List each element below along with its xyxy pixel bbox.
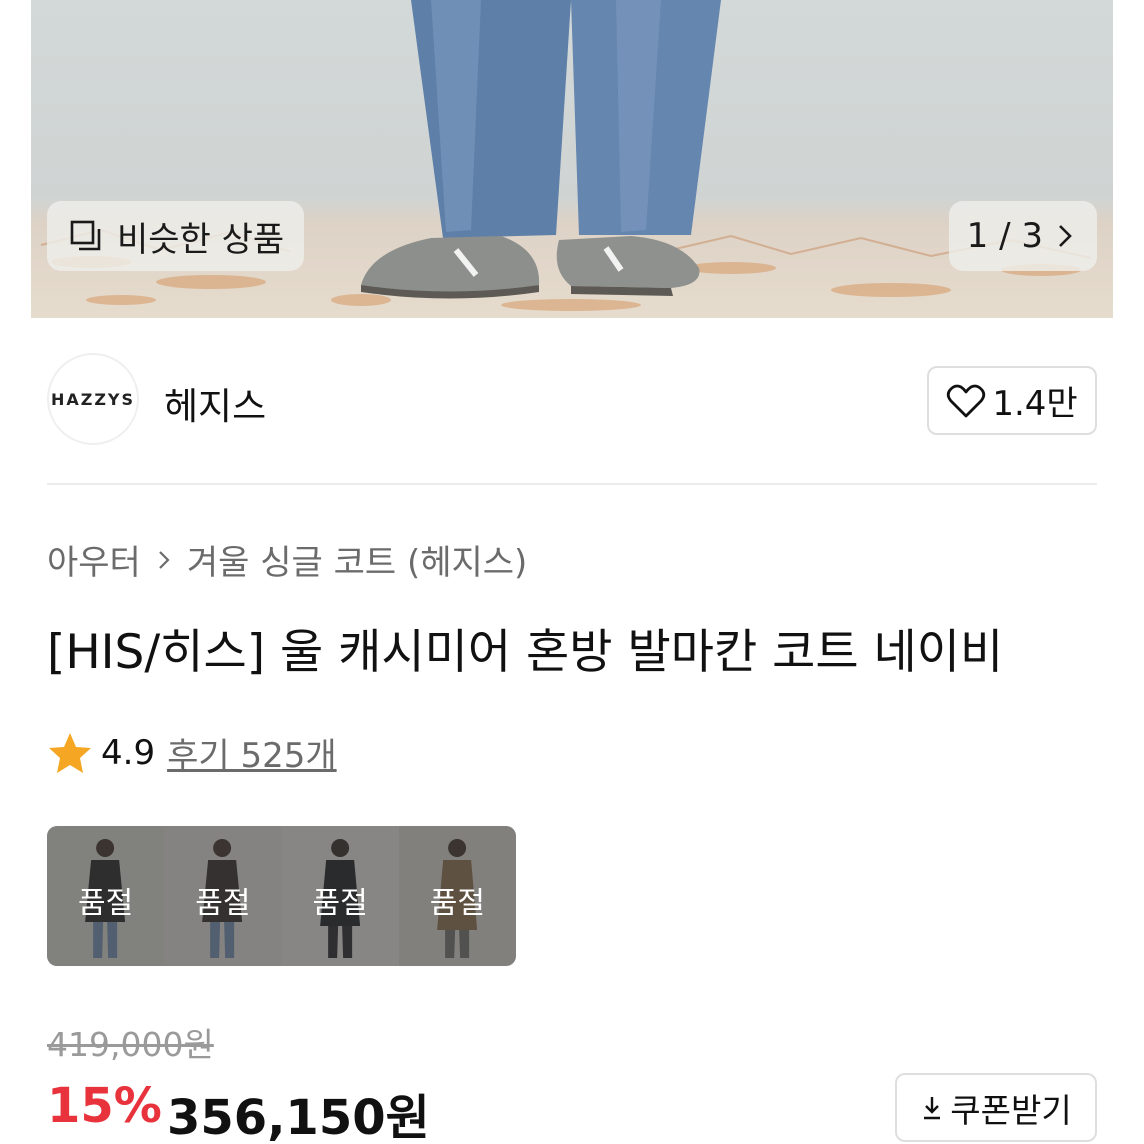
sold-out-label: 품절 xyxy=(312,886,368,921)
sold-out-label: 품절 xyxy=(429,886,485,921)
breadcrumb: 아우터 겨울 싱글 코트 (헤지스) xyxy=(47,535,527,584)
coupon-button-label: 쿠폰받기 xyxy=(950,1090,1072,1130)
brand-name[interactable]: 헤지스 xyxy=(164,376,266,430)
color-option[interactable]: 품절 xyxy=(281,826,399,966)
color-option[interactable]: 품절 xyxy=(47,826,165,966)
color-option[interactable]: 품절 xyxy=(398,826,516,966)
breadcrumb-subcategory[interactable]: 겨울 싱글 코트 (헤지스) xyxy=(187,535,527,584)
image-pager-count: 1 / 3 xyxy=(966,216,1043,256)
like-count: 1.4만 xyxy=(992,384,1078,424)
discount-rate: 15% xyxy=(47,1078,162,1134)
chevron-right-icon xyxy=(159,550,170,569)
similar-icon xyxy=(70,220,101,251)
star-icon xyxy=(49,732,91,773)
rating-row: 4.9 후기 525개 xyxy=(47,728,337,777)
breadcrumb-category[interactable]: 아우터 xyxy=(47,535,141,584)
product-hero-image[interactable]: 비슷한 상품 1 / 3 xyxy=(31,0,1113,318)
reviews-link[interactable]: 후기 525개 xyxy=(167,728,337,777)
heart-icon xyxy=(947,384,986,417)
color-options: 품절 품절 품절 품절 xyxy=(47,826,516,966)
chevron-right-icon xyxy=(1059,225,1072,247)
coupon-button[interactable]: 쿠폰받기 xyxy=(895,1073,1097,1142)
sold-out-label: 품절 xyxy=(195,886,251,921)
sale-price: 356,150원 xyxy=(167,1090,430,1144)
download-icon xyxy=(924,1096,941,1119)
brand-logo[interactable]: HAZZYS xyxy=(47,353,139,445)
original-price: 419,000원 xyxy=(47,1025,214,1064)
rating-score: 4.9 xyxy=(101,732,156,773)
brand-logo-text: HAZZYS xyxy=(50,389,136,409)
product-title: [HIS/히스] 울 캐시미어 혼방 발마칸 코트 네이비 xyxy=(47,625,1004,680)
similar-products-button[interactable]: 비슷한 상품 xyxy=(47,201,305,271)
similar-products-label: 비슷한 상품 xyxy=(117,219,285,260)
sold-out-label: 품절 xyxy=(78,886,134,921)
like-button[interactable]: 1.4만 xyxy=(927,366,1097,435)
image-pager[interactable]: 1 / 3 xyxy=(948,201,1097,271)
color-option[interactable]: 품절 xyxy=(164,826,282,966)
divider xyxy=(47,483,1097,485)
